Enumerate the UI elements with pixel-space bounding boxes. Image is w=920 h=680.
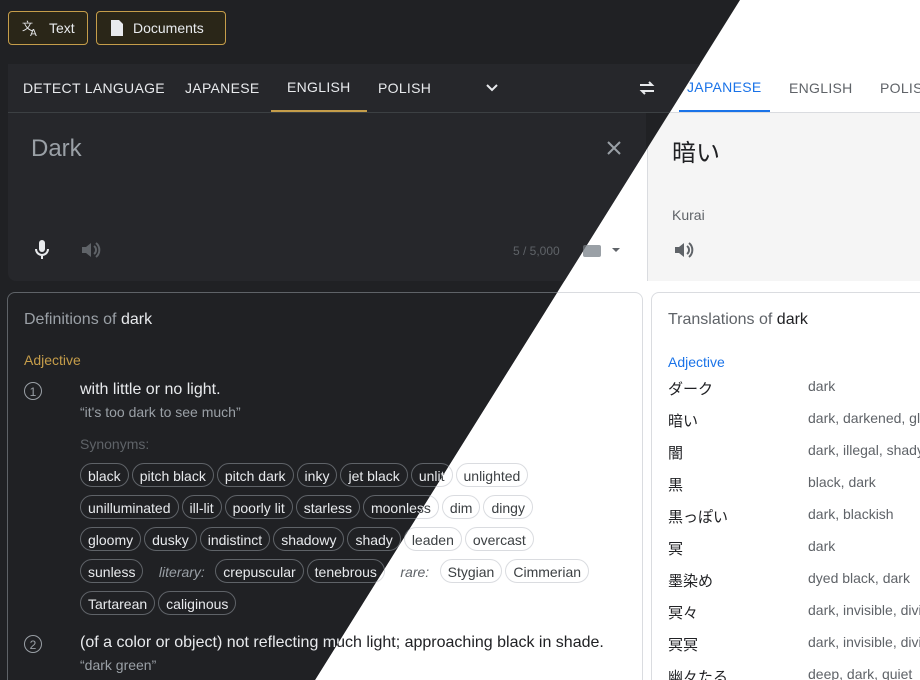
translation-word: 冥々 xyxy=(668,605,699,622)
output-panel: 暗い Kurai xyxy=(647,113,920,281)
synonyms-label: Synonyms: xyxy=(80,436,150,452)
clear-text-icon[interactable] xyxy=(605,139,623,157)
synonym-chip[interactable]: ill-lit xyxy=(181,495,222,519)
synonym-chip[interactable]: inky xyxy=(296,463,338,487)
sense-1-gloss: with little or no light. xyxy=(80,381,221,398)
tab-source-polish[interactable]: POLISH xyxy=(378,64,431,112)
translation-meaning: dark, blackish xyxy=(808,506,894,522)
translation-meaning: dark, invisible, divi xyxy=(808,634,920,650)
translation-meaning: deep, dark, quiet xyxy=(808,666,913,680)
translation-word: ダーク xyxy=(668,381,714,398)
translation-meaning: dyed black, dark xyxy=(808,570,910,586)
synonym-chip[interactable]: pitch dark xyxy=(216,463,294,487)
synonym-chip[interactable]: sunless xyxy=(80,559,144,583)
synonym-chip[interactable]: pitch black xyxy=(131,463,214,487)
synonym-chip[interactable]: poorly lit xyxy=(224,495,293,519)
translation-meaning: dark xyxy=(808,378,836,394)
translation-word: 暗い xyxy=(668,413,699,430)
synonym-chip[interactable]: black xyxy=(80,463,129,487)
speaker-icon[interactable] xyxy=(79,239,101,261)
source-text-input[interactable]: Dark xyxy=(31,135,82,163)
synonyms-row-5: Tartarean caliginous xyxy=(80,591,239,623)
synonym-chip[interactable]: crepuscular xyxy=(215,559,304,583)
synonym-chip[interactable]: starless xyxy=(295,495,360,519)
translation-word: 黒 xyxy=(668,477,684,494)
sense-2-example: “dark green” xyxy=(80,657,157,673)
synonym-chip[interactable]: shady xyxy=(347,527,401,551)
translation-word: 冥 xyxy=(668,541,684,558)
translation-word: 墨染め xyxy=(668,573,714,590)
translation-meaning: black, dark xyxy=(808,474,876,490)
tab-source-english[interactable]: ENGLISH xyxy=(271,64,367,112)
synonym-chip[interactable]: jet black xyxy=(340,463,408,487)
synonym-chip[interactable]: shadowy xyxy=(273,527,345,551)
definitions-heading: Definitions of dark xyxy=(24,311,153,328)
translations-heading: Translations of dark xyxy=(668,311,808,328)
input-panel: Dark 5 / 5,000 xyxy=(8,113,646,281)
sense-number-1: 1 xyxy=(24,382,42,400)
swap-languages-icon[interactable] xyxy=(638,79,656,97)
tab-source-japanese[interactable]: JAPANESE xyxy=(185,64,260,112)
translation-word: 冥冥 xyxy=(668,637,699,654)
synonym-chip[interactable]: tenebrous xyxy=(306,559,385,583)
document-icon xyxy=(109,19,125,37)
translation-output: 暗い xyxy=(672,140,720,167)
translation-meaning: dark, invisible, divi xyxy=(808,602,920,618)
synonym-chip[interactable]: gloomy xyxy=(80,527,142,551)
synonym-chip[interactable]: indistinct xyxy=(199,527,271,551)
synonym-chip[interactable]: Tartarean xyxy=(80,591,156,615)
speaker-icon[interactable] xyxy=(672,239,694,261)
translate-icon: 文A xyxy=(21,18,41,38)
text-mode-button[interactable]: 文A Text xyxy=(8,11,88,45)
translation-word: 黒っぽい xyxy=(668,509,729,526)
definitions-pos: Adjective xyxy=(24,352,81,368)
tab-target-english[interactable]: ENGLISH xyxy=(789,64,853,112)
synonym-chip[interactable]: unilluminated xyxy=(80,495,179,519)
translation-word: 幽々たる xyxy=(668,669,729,680)
microphone-icon[interactable] xyxy=(34,239,50,261)
translation-meaning: dark xyxy=(808,538,836,554)
sense-1-example: “it's too dark to see much” xyxy=(80,404,241,420)
romanization: Kurai xyxy=(672,207,705,223)
chevron-down-icon[interactable] xyxy=(484,80,500,96)
character-counter: 5 / 5,000 xyxy=(513,244,560,258)
translation-meaning: dark, darkened, gl xyxy=(808,410,920,426)
tab-detect-language[interactable]: DETECT LANGUAGE xyxy=(23,64,165,112)
documents-mode-label: Documents xyxy=(133,20,204,36)
literary-label: literary: xyxy=(158,564,205,580)
translation-meaning: dark, illegal, shady xyxy=(808,442,920,458)
sense-number-2: 2 xyxy=(24,635,42,653)
svg-text:A: A xyxy=(30,28,37,38)
synonym-chip[interactable]: caliginous xyxy=(158,591,237,615)
translations-pos: Adjective xyxy=(668,354,725,370)
translation-word: 闇 xyxy=(668,445,684,462)
tab-target-polish[interactable]: POLIS xyxy=(880,64,920,112)
documents-mode-button[interactable]: Documents xyxy=(96,11,226,45)
text-mode-label: Text xyxy=(49,20,75,36)
synonym-chip[interactable]: dusky xyxy=(144,527,197,551)
